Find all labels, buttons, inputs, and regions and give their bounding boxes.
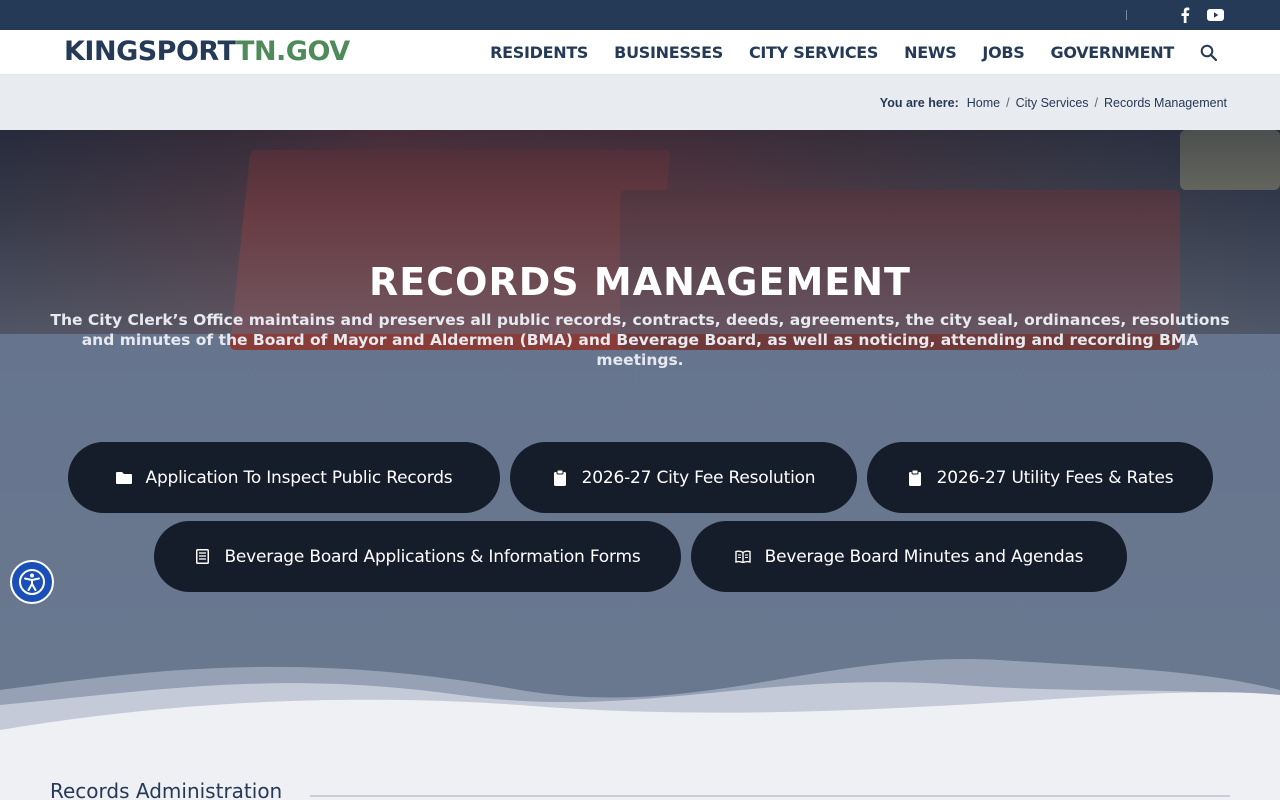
breadcrumb-current: Records Management: [1104, 96, 1227, 110]
top-bar-divider: [1126, 10, 1127, 20]
breadcrumb-home[interactable]: Home: [967, 96, 1000, 110]
breadcrumb-separator: /: [1006, 96, 1010, 110]
breadcrumb: You are here: Home / City Services / Rec…: [880, 96, 1227, 110]
nav-government[interactable]: GOVERNMENT: [1051, 43, 1175, 62]
button-label: Application To Inspect Public Records: [145, 467, 453, 488]
inspect-public-records-button[interactable]: Application To Inspect Public Records: [68, 442, 500, 513]
wave-divider: [0, 659, 1280, 800]
button-label: Beverage Board Applications & Informatio…: [224, 546, 641, 567]
breadcrumb-separator: /: [1094, 96, 1099, 110]
clipboard-icon: [552, 469, 568, 486]
breadcrumb-city-services[interactable]: City Services: [1016, 96, 1089, 110]
logo-text-tn: TN.GOV: [236, 36, 350, 67]
page-title: RECORDS MANAGEMENT: [369, 260, 911, 304]
logo-text-kingsport: KINGSPORT: [64, 36, 237, 67]
button-label: 2026-27 City Fee Resolution: [581, 467, 816, 488]
youtube-icon[interactable]: [1206, 6, 1224, 24]
site-logo[interactable]: KINGSPORTTN.GOV: [64, 37, 350, 67]
nav-residents[interactable]: RESIDENTS: [490, 43, 588, 62]
section-title: Records Administration: [50, 779, 283, 800]
nav-news[interactable]: NEWS: [904, 43, 957, 62]
nav-city-services[interactable]: CITY SERVICES: [749, 43, 878, 62]
search-icon[interactable]: [1200, 44, 1218, 62]
document-icon: [194, 549, 210, 565]
clipboard-icon: [907, 469, 923, 486]
main-nav: RESIDENTS BUSINESSES CITY SERVICES NEWS …: [490, 30, 1280, 75]
city-fee-resolution-button[interactable]: 2026-27 City Fee Resolution: [510, 442, 857, 513]
section-divider: [310, 795, 1230, 797]
hero-section: RECORDS MANAGEMENT The City Clerk’s Offi…: [0, 130, 1280, 800]
nav-businesses[interactable]: BUSINESSES: [614, 43, 723, 62]
beverage-board-forms-button[interactable]: Beverage Board Applications & Informatio…: [154, 521, 681, 592]
utility-fees-rates-button[interactable]: 2026-27 Utility Fees & Rates: [867, 442, 1213, 513]
facebook-icon[interactable]: [1176, 6, 1194, 24]
button-label: Beverage Board Minutes and Agendas: [764, 546, 1084, 567]
beverage-board-minutes-button[interactable]: Beverage Board Minutes and Agendas: [691, 521, 1127, 592]
page-description: The City Clerk’s Office maintains and pr…: [50, 311, 1230, 369]
site-header: KINGSPORTTN.GOV RESIDENTS BUSINESSES CIT…: [0, 30, 1280, 75]
button-label: 2026-27 Utility Fees & Rates: [936, 467, 1174, 488]
folder-icon: [115, 470, 132, 486]
book-open-icon: [734, 549, 751, 565]
breadcrumb-label: You are here:: [879, 96, 959, 110]
breadcrumb-bar: You are here: Home / City Services / Rec…: [0, 75, 1280, 130]
top-bar: [0, 0, 1280, 30]
accessibility-icon[interactable]: [10, 560, 54, 604]
nav-jobs[interactable]: JOBS: [982, 43, 1024, 62]
